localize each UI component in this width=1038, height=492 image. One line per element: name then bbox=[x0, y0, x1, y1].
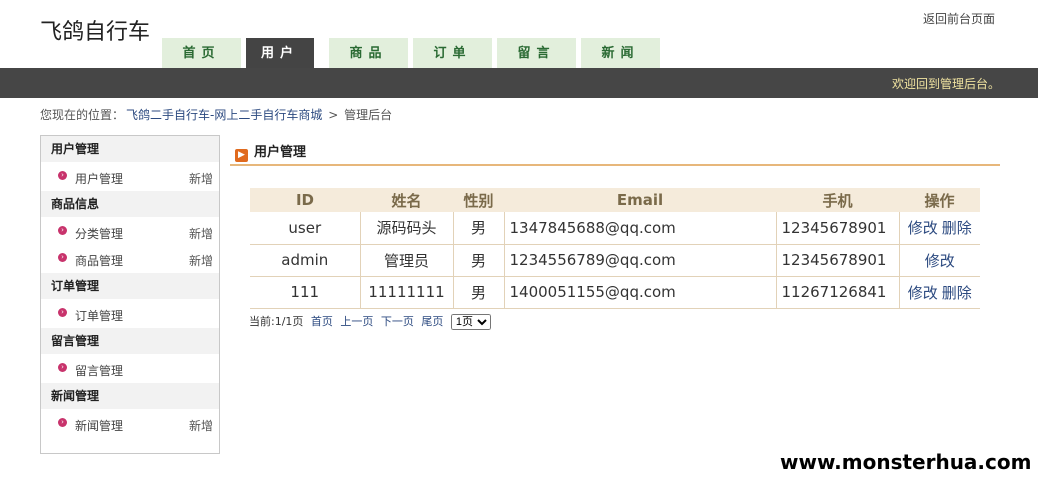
sidebar-item-label[interactable]: 分类管理 bbox=[75, 225, 123, 242]
sidebar-item-label[interactable]: 商品管理 bbox=[75, 252, 123, 269]
breadcrumb-site-link[interactable]: 飞鸽二手自行车-网上二手自行车商城 bbox=[126, 108, 322, 122]
title-divider bbox=[230, 164, 1000, 166]
arrow-right-icon: ▶ bbox=[235, 149, 248, 162]
table-row: user 源码码头 男 1347845688@qq.com 1234567890… bbox=[250, 212, 980, 245]
column-header-email: Email bbox=[504, 188, 776, 212]
table-row: 111 11111111 男 1400051155@qq.com 1126712… bbox=[250, 276, 980, 309]
back-to-frontend-link[interactable]: 返回前台页面 bbox=[923, 10, 995, 27]
cell-actions: 修改 删除 bbox=[899, 212, 980, 245]
cell-gender: 男 bbox=[453, 244, 505, 277]
pager-last-link[interactable]: 尾页 bbox=[421, 315, 443, 328]
sidebar-item-label[interactable]: 留言管理 bbox=[75, 362, 123, 379]
arrow-icon: › bbox=[58, 418, 67, 427]
cell-id: admin bbox=[250, 244, 361, 277]
sidebar-add-user-button[interactable]: 新增 bbox=[189, 170, 213, 187]
breadcrumb-prefix: 您现在的位置： bbox=[40, 108, 125, 122]
sidebar-group-users: 用户管理 bbox=[41, 136, 219, 162]
cell-name: 源码码头 bbox=[360, 212, 454, 245]
top-bar: 欢迎回到管理后台。 bbox=[0, 68, 1038, 98]
cell-id: 111 bbox=[250, 276, 361, 309]
column-header-name: 姓名 bbox=[360, 188, 453, 212]
delete-link[interactable]: 删除 bbox=[942, 284, 972, 302]
sidebar-group-news: 新闻管理 bbox=[41, 383, 219, 409]
sidebar-item-category-manage[interactable]: › 分类管理 新增 bbox=[41, 217, 219, 244]
tab-news[interactable]: 新闻 bbox=[581, 38, 660, 68]
column-header-id: ID bbox=[250, 188, 360, 212]
delete-link[interactable]: 删除 bbox=[942, 219, 972, 237]
sidebar-item-label[interactable]: 用户管理 bbox=[75, 170, 123, 187]
pager-status: 当前:1/1页 bbox=[249, 315, 304, 328]
sidebar-add-news-button[interactable]: 新增 bbox=[189, 417, 213, 434]
sidebar-add-category-button[interactable]: 新增 bbox=[189, 225, 213, 242]
column-header-gender: 性别 bbox=[453, 188, 504, 212]
sidebar: 用户管理 › 用户管理 新增 商品信息 › 分类管理 新增 › 商品管理 新增 … bbox=[40, 135, 220, 454]
sidebar-item-product-manage[interactable]: › 商品管理 新增 bbox=[41, 244, 219, 273]
cell-actions: 修改 bbox=[899, 244, 980, 277]
breadcrumb-separator: > bbox=[328, 108, 339, 122]
page-title-text: 用户管理 bbox=[254, 145, 307, 160]
sidebar-item-news-manage[interactable]: › 新闻管理 新增 bbox=[41, 409, 219, 438]
sidebar-group-products: 商品信息 bbox=[41, 191, 219, 217]
sidebar-group-messages: 留言管理 bbox=[41, 328, 219, 354]
pager-first-link[interactable]: 首页 bbox=[311, 315, 333, 328]
cell-actions: 修改 删除 bbox=[899, 276, 980, 309]
edit-link[interactable]: 修改 bbox=[925, 252, 955, 270]
cell-gender: 男 bbox=[453, 276, 505, 309]
pager-next-link[interactable]: 下一页 bbox=[381, 315, 414, 328]
user-table: ID 姓名 性别 Email 手机 操作 user 源码码头 男 1347845… bbox=[250, 188, 980, 309]
arrow-icon: › bbox=[58, 363, 67, 372]
breadcrumb-current: 管理后台 bbox=[344, 108, 393, 122]
table-header-row: ID 姓名 性别 Email 手机 操作 bbox=[250, 188, 980, 212]
cell-name: 管理员 bbox=[360, 244, 454, 277]
sidebar-item-message-manage[interactable]: › 留言管理 bbox=[41, 354, 219, 383]
arrow-icon: › bbox=[58, 171, 67, 180]
cell-email: 1400051155@qq.com bbox=[504, 276, 777, 309]
watermark: www.monsterhua.com bbox=[780, 450, 1032, 474]
sidebar-add-product-button[interactable]: 新增 bbox=[189, 252, 213, 269]
tab-messages[interactable]: 留言 bbox=[497, 38, 576, 68]
cell-phone: 12345678901 bbox=[776, 244, 900, 277]
cell-email: 1234556789@qq.com bbox=[504, 244, 777, 277]
sidebar-group-orders: 订单管理 bbox=[41, 273, 219, 299]
cell-gender: 男 bbox=[453, 212, 505, 245]
arrow-icon: › bbox=[58, 226, 67, 235]
sidebar-item-user-manage[interactable]: › 用户管理 新增 bbox=[41, 162, 219, 191]
tab-products[interactable]: 商品 bbox=[329, 38, 408, 68]
pagination: 当前:1/1页 首页 上一页 下一页 尾页 1页 bbox=[249, 313, 491, 330]
sidebar-item-label[interactable]: 新闻管理 bbox=[75, 417, 123, 434]
cell-phone: 12345678901 bbox=[776, 212, 900, 245]
tab-users[interactable]: 用户 bbox=[246, 38, 314, 68]
edit-link[interactable]: 修改 bbox=[908, 219, 938, 237]
cell-name: 11111111 bbox=[360, 276, 454, 309]
pager-prev-link[interactable]: 上一页 bbox=[340, 315, 373, 328]
arrow-icon: › bbox=[58, 308, 67, 317]
tab-orders[interactable]: 订单 bbox=[413, 38, 492, 68]
tab-home[interactable]: 首页 bbox=[162, 38, 241, 68]
welcome-text: 欢迎回到管理后台。 bbox=[891, 77, 1000, 91]
column-header-actions: 操作 bbox=[899, 188, 980, 212]
site-title: 飞鸽自行车 bbox=[40, 20, 151, 45]
sidebar-item-order-manage[interactable]: › 订单管理 bbox=[41, 299, 219, 328]
arrow-icon: › bbox=[58, 253, 67, 262]
sidebar-item-label[interactable]: 订单管理 bbox=[75, 307, 123, 324]
cell-phone: 11267126841 bbox=[776, 276, 900, 309]
page-select[interactable]: 1页 bbox=[450, 314, 491, 330]
cell-id: user bbox=[250, 212, 361, 245]
edit-link[interactable]: 修改 bbox=[908, 284, 938, 302]
main-nav: 首页 用户 商品 订单 留言 新闻 bbox=[162, 38, 665, 68]
column-header-phone: 手机 bbox=[776, 188, 899, 212]
table-row: admin 管理员 男 1234556789@qq.com 1234567890… bbox=[250, 244, 980, 277]
page-title: ▶ 用户管理 bbox=[235, 141, 306, 162]
cell-email: 1347845688@qq.com bbox=[504, 212, 777, 245]
breadcrumb: 您现在的位置： 飞鸽二手自行车-网上二手自行车商城 > 管理后台 bbox=[40, 106, 394, 123]
